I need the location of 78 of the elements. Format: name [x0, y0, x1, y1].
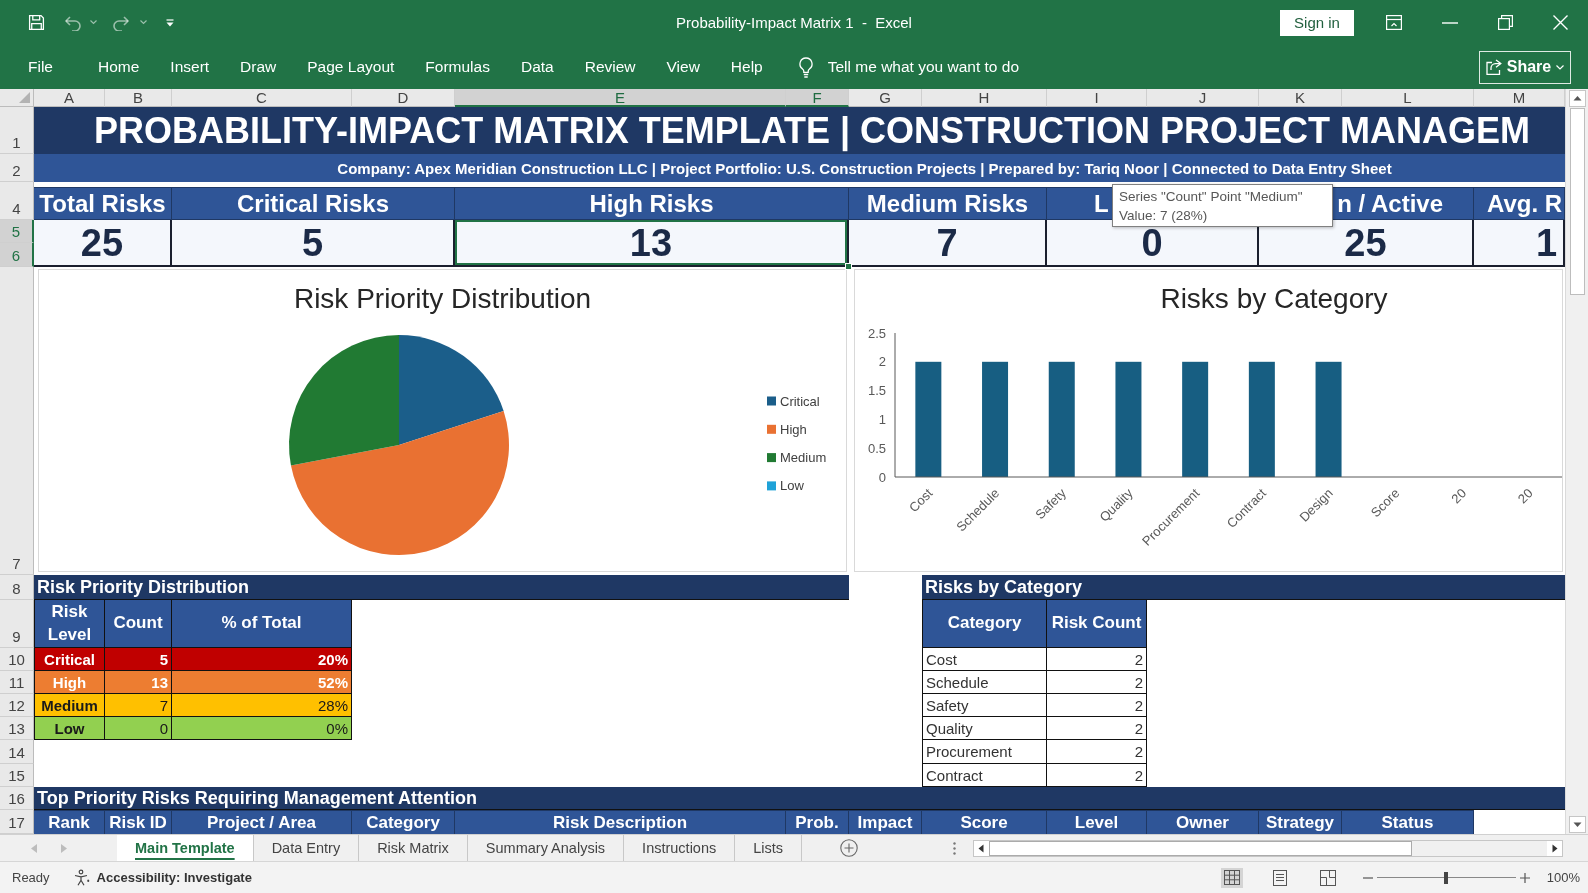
kpi-label: n / Active [1337, 190, 1443, 217]
table-cell: High [34, 671, 105, 694]
table-cell: Safety [922, 694, 1047, 717]
kpi-label: L [1094, 190, 1109, 217]
kpi-value: 13 [629, 227, 673, 258]
table-cell: 2 [1047, 740, 1147, 764]
table-header: Risk ID [105, 810, 172, 834]
table-header: Count [105, 600, 172, 648]
table-header: Prob. [786, 810, 849, 834]
table-header: Risk Count [1047, 600, 1147, 648]
table-cell: Contract [922, 764, 1047, 787]
table-cell: Medium [34, 694, 105, 717]
table-header: Project / Area [172, 810, 352, 834]
tick-label: 2 [878, 354, 886, 370]
table-cell: Procurement [922, 740, 1047, 764]
axis-label: Cost [905, 485, 936, 516]
table-header: Level [1047, 810, 1147, 834]
table-cell: 2 [1047, 764, 1147, 787]
kpi-label: High Risks [589, 190, 714, 217]
table-cell: 20% [172, 648, 352, 671]
axis-label: 20 [1448, 485, 1470, 507]
kpi-label: Medium Risks [866, 190, 1029, 217]
kpi-value: 5 [301, 227, 324, 258]
table-header: Category [922, 600, 1047, 648]
section-header: Top Priority Risks Requiring Management Attention [34, 787, 1565, 810]
tick-label: 0.5 [867, 440, 886, 456]
table-cell: 13 [105, 671, 172, 694]
table-header: Impact [849, 810, 922, 834]
kpi-label: Total Risks [39, 190, 166, 217]
table-header: Owner [1147, 810, 1259, 834]
table-cell: 52% [172, 671, 352, 694]
table-header: Strategy [1259, 810, 1342, 834]
table-header: % of Total [172, 600, 352, 648]
status-text: Ready [12, 870, 50, 885]
table-cell: 2 [1047, 648, 1147, 671]
kpi-value: 25 [80, 227, 124, 258]
table-cell: Quality [922, 717, 1047, 740]
table-cell: 0 [105, 717, 172, 740]
legend-label: Medium [780, 450, 827, 466]
table-header: Rank [34, 810, 105, 834]
kpi-value: 7 [936, 227, 958, 258]
kpi-value: 25 [1344, 227, 1387, 258]
legend-label: Critical [780, 393, 820, 409]
tooltip-text: Series "Count" Point "Medium" [1119, 188, 1304, 206]
kpi-label: Avg. R [1487, 190, 1563, 217]
table-cell: 2 [1047, 717, 1147, 740]
table-cell: 7 [105, 694, 172, 717]
table-cell: 2 [1047, 694, 1147, 717]
table-header: Risk Level [34, 600, 105, 648]
axis-label: 20 [1514, 485, 1536, 507]
legend-label: Low [780, 478, 804, 494]
table-header: Category [352, 810, 455, 834]
tick-label: 2.5 [867, 325, 886, 341]
window-title: Probability-Impact Matrix 1 - Excel [676, 14, 912, 31]
subtitle-banner: Company: Apex Meridian Construction LLC | Project Portfolio: U.S. Construction Projects | Prepared by: Tariq Noor | Connected to Data Entry Sheet [34, 154, 1565, 182]
section-header: Risks by Category [922, 575, 1565, 600]
chart-title: Risks by Category [1160, 282, 1388, 316]
table-header: Risk Description [455, 810, 786, 834]
table-cell: Critical [34, 648, 105, 671]
section-header: Risk Priority Distribution [34, 575, 849, 600]
table-cell: Schedule [922, 671, 1047, 694]
chart-title: Risk Priority Distribution [293, 282, 592, 316]
table-cell: 28% [172, 694, 352, 717]
table-cell: 5 [105, 648, 172, 671]
kpi-label: Critical Risks [236, 190, 390, 217]
table-cell: Low [34, 717, 105, 740]
table-header: Status [1342, 810, 1474, 834]
table-cell: Cost [922, 648, 1047, 671]
kpi-value: 0 [1141, 227, 1163, 258]
tick-label: 1 [878, 411, 886, 427]
kpi-value: 1 [1536, 227, 1558, 258]
legend-label: High [780, 421, 807, 437]
tick-label: 0 [878, 469, 886, 485]
tick-label: 1.5 [867, 383, 886, 399]
table-header: Score [922, 810, 1047, 834]
table-cell: 2 [1047, 671, 1147, 694]
table-cell: 0% [172, 717, 352, 740]
title-banner: PROBABILITY-IMPACT MATRIX TEMPLATE | CONSTRUCTION PROJECT MANAGEM [34, 107, 1565, 154]
